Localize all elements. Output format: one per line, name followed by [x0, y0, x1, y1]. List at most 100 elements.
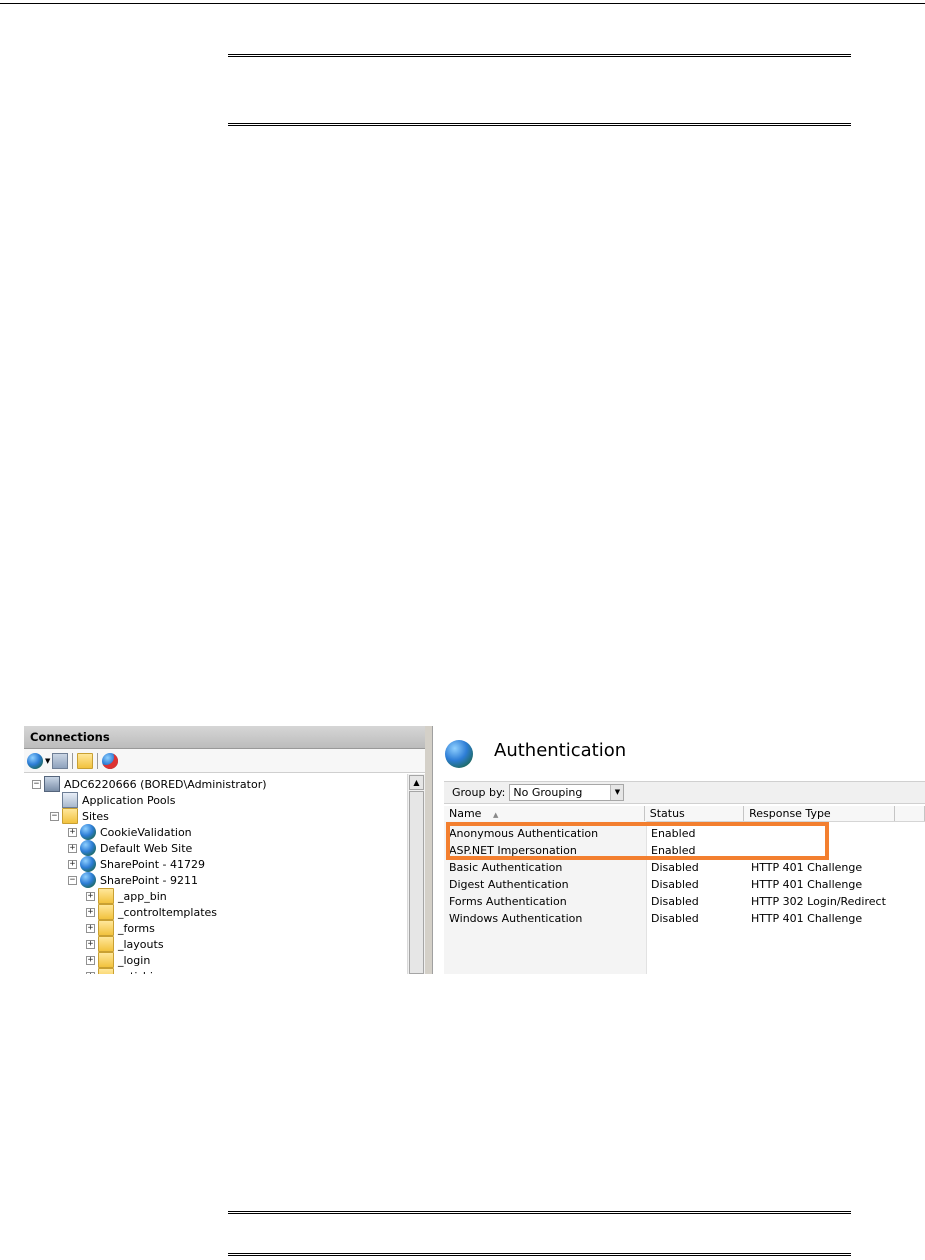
panel-splitter[interactable] — [425, 726, 433, 974]
app-pool-icon — [62, 792, 78, 808]
iis-manager-screenshot: Connections ▼ − ADC6220666 (BORED\Adminis… — [24, 726, 925, 974]
disconnect-icon[interactable] — [102, 752, 119, 769]
tree-node[interactable]: + _login — [86, 952, 150, 968]
tree-scrollbar[interactable]: ▲ — [407, 774, 425, 974]
cell-status: Disabled — [651, 912, 699, 925]
tree-node[interactable]: + _layouts — [86, 936, 164, 952]
expander-icon[interactable]: − — [68, 875, 77, 885]
expander-icon[interactable]: + — [68, 827, 77, 837]
expander-icon[interactable]: + — [86, 939, 95, 949]
tree-node-label: _controltemplates — [118, 905, 218, 919]
page-title: Authentication — [494, 740, 627, 761]
expander-icon[interactable]: − — [50, 811, 59, 821]
connections-toolbar: ▼ — [24, 749, 425, 773]
bottom-double-rule-2 — [228, 1253, 851, 1256]
folder-icon — [98, 920, 114, 936]
table-row[interactable]: Windows Authentication Disabled HTTP 401 C… — [444, 910, 925, 927]
tree-node-label: Application Pools — [82, 793, 176, 807]
highlight-box — [446, 822, 829, 860]
tree-node[interactable]: + _controltemplates — [86, 904, 217, 920]
expander-icon[interactable]: + — [68, 843, 77, 853]
cell-name: Digest Authentication — [449, 878, 569, 891]
cell-response-type: HTTP 401 Challenge — [751, 878, 863, 891]
folder-icon — [98, 968, 114, 974]
table-header: Name ▲ Status Response Type — [444, 806, 925, 822]
expander-icon[interactable]: − — [32, 779, 41, 789]
tree-node-label: Default Web Site — [100, 841, 193, 855]
connect-icon[interactable] — [27, 752, 43, 769]
expander-icon[interactable]: + — [68, 859, 77, 869]
tree-node-label: CookieValidation — [100, 825, 192, 839]
tree-node[interactable]: Application Pools — [50, 792, 175, 808]
group-by-bar: Group by: No Grouping ▼ — [444, 781, 925, 804]
cell-response-type: HTTP 401 Challenge — [751, 861, 863, 874]
cell-status: Disabled — [651, 861, 699, 874]
top-double-rule-1 — [228, 54, 851, 57]
tree-node-label: _layouts — [118, 937, 164, 951]
bottom-double-rule-1 — [228, 1211, 851, 1214]
table-row[interactable]: Digest Authentication Disabled HTTP 401 Ch… — [444, 876, 925, 893]
folder-icon — [98, 904, 114, 920]
server-icon — [44, 776, 60, 792]
group-by-label: Group by: — [452, 786, 506, 799]
expander-icon[interactable]: + — [86, 923, 95, 933]
table-row[interactable]: Basic Authentication Disabled HTTP 401 Cha… — [444, 859, 925, 876]
tree-node-label: _login — [118, 953, 151, 967]
globe-icon — [80, 840, 96, 856]
expander-icon[interactable]: + — [86, 971, 95, 974]
column-header-status[interactable]: Status — [645, 806, 745, 821]
tree-node[interactable]: − SharePoint - 9211 — [68, 872, 198, 888]
folder-icon — [98, 888, 114, 904]
expander-icon[interactable]: + — [86, 907, 95, 917]
folder-icon — [98, 936, 114, 952]
column-header-label: Name — [449, 807, 482, 820]
up-folder-icon[interactable] — [77, 752, 94, 769]
save-icon[interactable] — [52, 752, 69, 769]
tree-node[interactable]: − ADC6220666 (BORED\Administrator) — [32, 776, 267, 792]
column-header-empty — [895, 806, 925, 821]
expander-icon[interactable]: + — [86, 955, 95, 965]
sites-folder-icon — [62, 808, 78, 824]
tree-node[interactable]: + _vti_bin — [86, 968, 160, 974]
cell-name: Basic Authentication — [449, 861, 563, 874]
globe-icon — [80, 824, 96, 840]
tree-node[interactable]: + Default Web Site — [68, 840, 192, 856]
tree-node-label: Sites — [82, 809, 109, 823]
tree-node[interactable]: + CookieValidation — [68, 824, 192, 840]
table-row[interactable]: Forms Authentication Disabled HTTP 302 Log… — [444, 893, 925, 910]
globe-icon — [80, 872, 96, 888]
chevron-down-icon[interactable]: ▼ — [610, 785, 624, 800]
cell-name: Windows Authentication — [449, 912, 583, 925]
tree-node[interactable]: + _forms — [86, 920, 155, 936]
scroll-thumb[interactable] — [409, 791, 424, 974]
tree-node-label: SharePoint - 41729 — [100, 857, 206, 871]
tree-node[interactable]: + SharePoint - 41729 — [68, 856, 205, 872]
cell-response-type: HTTP 302 Login/Redirect — [751, 895, 886, 908]
column-header-name[interactable]: Name ▲ — [444, 806, 645, 821]
tree-node-label: ADC6220666 (BORED\Administrator) — [64, 777, 267, 791]
column-header-response-type[interactable]: Response Type — [744, 806, 896, 821]
tree-node-label: _forms — [118, 921, 155, 935]
toolbar-separator — [72, 752, 74, 769]
globe-icon — [445, 740, 473, 768]
cell-name: Forms Authentication — [449, 895, 567, 908]
header-rule — [0, 3, 925, 4]
globe-icon — [80, 856, 96, 872]
tree-node[interactable]: − Sites — [50, 808, 109, 824]
cell-status: Disabled — [651, 895, 699, 908]
tree-node-label: SharePoint - 9211 — [100, 873, 199, 887]
cell-status: Disabled — [651, 878, 699, 891]
chevron-down-icon[interactable]: ▼ — [45, 757, 50, 765]
tree-node-label: _vti_bin — [118, 970, 160, 975]
cell-response-type: HTTP 401 Challenge — [751, 912, 863, 925]
top-double-rule-2 — [228, 123, 851, 126]
connections-title: Connections — [24, 726, 425, 749]
group-by-select[interactable]: No Grouping ▼ — [509, 784, 625, 801]
tree-node-label: _app_bin — [118, 889, 167, 903]
tree-node[interactable]: + _app_bin — [86, 888, 167, 904]
authentication-header: Authentication — [433, 726, 925, 776]
scroll-up-button[interactable]: ▲ — [409, 775, 424, 790]
group-by-value: No Grouping — [513, 786, 583, 799]
expander-icon[interactable]: + — [86, 891, 95, 901]
connections-tree[interactable]: − ADC6220666 (BORED\Administrator) Applica… — [24, 774, 408, 974]
